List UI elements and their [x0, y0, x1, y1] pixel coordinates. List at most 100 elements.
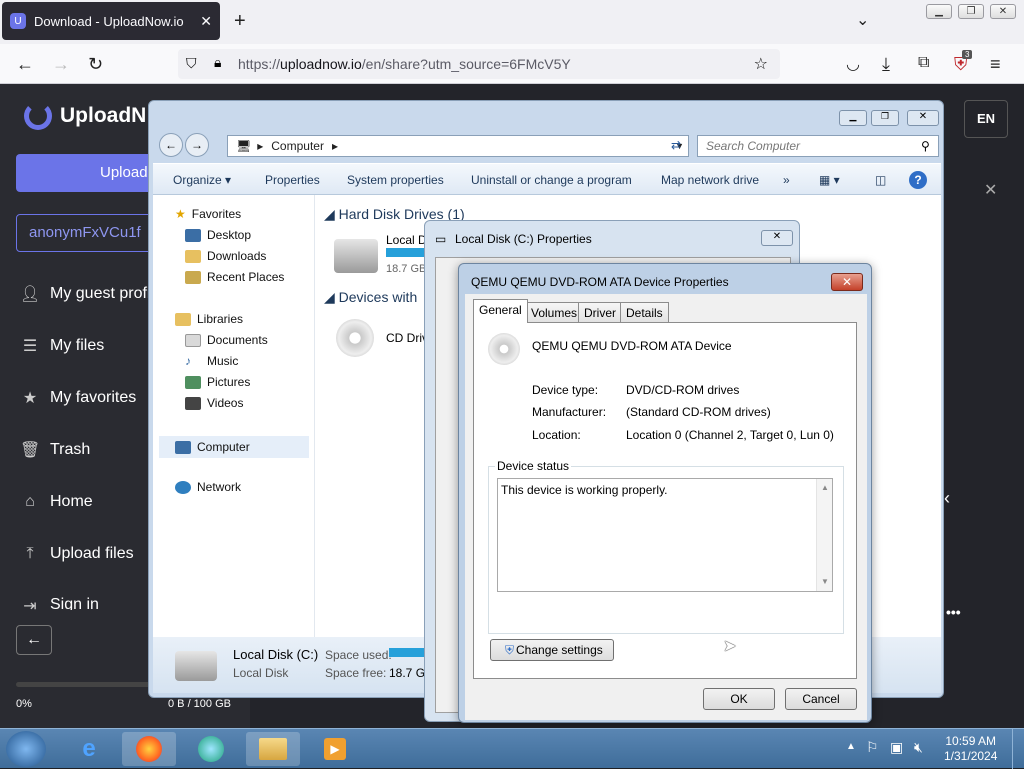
volume-muted-icon[interactable]: 🔇︎	[914, 739, 923, 756]
change-settings-button[interactable]: ⛨ Change settings	[490, 639, 614, 661]
explorer-back-button[interactable]: ←	[159, 133, 183, 157]
pocket-icon[interactable]: ◡	[846, 54, 860, 74]
media-player-icon[interactable]: ▶	[308, 732, 362, 766]
nav-label: Upload files	[50, 545, 134, 562]
status-scrollbar[interactable]: ▲ ▼	[816, 479, 832, 591]
map-network-drive-button[interactable]: Map network drive	[661, 173, 759, 187]
downloads-icon[interactable]: ⤓	[882, 54, 890, 75]
minimize-button[interactable]: ▁	[926, 4, 952, 19]
nav-videos[interactable]: Videos	[185, 396, 243, 410]
organize-button[interactable]: Organize ▾	[173, 173, 231, 187]
dialog-close-button[interactable]: ✕	[831, 273, 863, 291]
search-icon: ⚲	[921, 139, 930, 153]
new-tab-icon[interactable]: +	[234, 10, 246, 33]
back-arrow-icon[interactable]: ←	[16, 54, 34, 75]
show-hidden-icons[interactable]: ▲	[846, 741, 856, 752]
explorer-maximize-button[interactable]: ❐	[871, 110, 899, 126]
file-explorer-icon[interactable]	[246, 732, 300, 766]
close-icon[interactable]: ✕	[984, 180, 997, 200]
nav-trash[interactable]: 🗑︎ Trash	[20, 440, 90, 460]
firefox-icon[interactable]	[122, 732, 176, 766]
nav-libraries[interactable]: Libraries	[175, 312, 243, 326]
nav-network[interactable]: Network	[175, 480, 241, 494]
nav-my-files[interactable]: ☰ My files	[20, 336, 104, 356]
nav-downloads[interactable]: Downloads	[185, 249, 266, 263]
nav-label: Pictures	[207, 375, 251, 389]
star-icon: ★	[22, 390, 38, 407]
restore-button[interactable]: ❐	[958, 4, 984, 19]
action-center-flag-icon[interactable]: ⚐	[866, 739, 879, 756]
explorer-forward-button[interactable]: →	[185, 133, 209, 157]
device-properties-dialog: QEMU QEMU DVD-ROM ATA Device Properties …	[458, 263, 872, 723]
nav-label: Favorites	[191, 207, 242, 221]
tab-driver[interactable]: Driver	[578, 302, 622, 322]
extensions-icon[interactable]: ⧉	[918, 54, 929, 72]
explorer-close-button[interactable]: ✕	[907, 110, 939, 126]
more-commands-icon[interactable]: »	[783, 173, 790, 187]
system-properties-button[interactable]: System properties	[347, 173, 444, 187]
internet-explorer-icon[interactable]: e	[62, 732, 116, 766]
uninstall-program-button[interactable]: Uninstall or change a program	[471, 173, 632, 187]
network-status-icon[interactable]: ▣	[890, 739, 903, 756]
collapse-sidebar-button[interactable]: ←	[16, 625, 52, 655]
nav-recent-places[interactable]: Recent Places	[185, 270, 284, 284]
nav-upload-files[interactable]: ⤒ Upload files	[20, 545, 134, 563]
nav-music[interactable]: ♪ Music	[185, 354, 238, 368]
explorer-address-bar[interactable]: 🖥︎ ▸ Computer ▸ ▼	[227, 135, 689, 157]
url-bar[interactable]: ⛉ 🔒︎ https://uploadnow.io/en/share?utm_s…	[178, 49, 780, 79]
chevron-left-icon[interactable]: ‹	[944, 488, 950, 509]
mouse-cursor-icon: ➤	[723, 638, 737, 655]
drive-label: CD Driv	[386, 331, 428, 345]
browser-tab[interactable]: U Download - UploadNow.io ✕	[2, 2, 220, 40]
reload-icon[interactable]: ↻	[88, 54, 103, 75]
nav-home[interactable]: ⌂ Home	[20, 493, 93, 511]
nav-documents[interactable]: Documents	[185, 333, 268, 347]
explorer-command-bar: Organize ▾ Properties System properties …	[153, 163, 941, 195]
lock-icon[interactable]: 🔒︎	[214, 54, 221, 71]
preview-pane-icon[interactable]: ◫	[875, 173, 886, 187]
explorer-search-input[interactable]: Search Computer	[697, 135, 939, 157]
cancel-button[interactable]: Cancel	[785, 688, 857, 710]
tab-general[interactable]: General	[473, 299, 528, 323]
properties-button[interactable]: Properties	[265, 173, 320, 187]
device-name: QEMU QEMU DVD-ROM ATA Device	[532, 339, 732, 353]
explorer-minimize-button[interactable]: ▁	[839, 110, 867, 126]
url-text[interactable]: https://uploadnow.io/en/share?utm_source…	[238, 56, 571, 72]
app-icon[interactable]	[184, 732, 238, 766]
device-status-textbox[interactable]: This device is working properly. ▲ ▼	[497, 478, 833, 592]
forward-arrow-icon[interactable]: →	[52, 54, 70, 75]
bookmark-star-icon[interactable]: ☆	[754, 54, 768, 74]
taskbar-clock[interactable]: 10:59 AM 1/31/2024	[944, 734, 997, 764]
nav-computer[interactable]: Computer	[159, 436, 309, 458]
storage-quota: 0 B / 100 GB	[168, 698, 231, 710]
shield-icon[interactable]: ⛉	[186, 55, 197, 72]
location-label: Location:	[532, 428, 581, 442]
menu-icon[interactable]: ≡	[990, 54, 1001, 75]
group-removable-storage[interactable]: ◢ Devices with	[324, 289, 417, 306]
local-props-close-button[interactable]: ✕	[761, 230, 793, 246]
language-button[interactable]: EN	[964, 100, 1008, 138]
close-window-button[interactable]: ✕	[990, 4, 1016, 19]
nav-my-guest-profile[interactable]: 👤︎ My guest profi	[20, 284, 150, 304]
close-tab-icon[interactable]: ✕	[200, 13, 212, 30]
show-desktop-button[interactable]	[1012, 729, 1024, 769]
nav-desktop[interactable]: Desktop	[185, 228, 251, 242]
change-view-icon[interactable]: ▦ ▾	[819, 173, 840, 187]
nav-sign-in[interactable]: ⇥ Sign in	[20, 596, 99, 610]
help-icon[interactable]: ?	[909, 171, 927, 189]
drive-size: 18.7 GB	[386, 263, 427, 275]
nav-pictures[interactable]: Pictures	[185, 375, 250, 389]
tab-details[interactable]: Details	[620, 302, 669, 322]
refresh-icon[interactable]: ⇄	[671, 138, 681, 152]
start-button[interactable]	[6, 731, 46, 767]
nav-favorites[interactable]: ★ Favorites	[175, 207, 241, 221]
more-options-icon[interactable]: •••	[946, 604, 961, 620]
ok-button[interactable]: OK	[703, 688, 775, 710]
list-all-tabs-icon[interactable]: ⌄	[856, 10, 869, 30]
tab-volumes[interactable]: Volumes	[525, 302, 584, 322]
nav-my-favorites[interactable]: ★ My favorites	[20, 388, 136, 408]
scroll-down-icon[interactable]: ▼	[821, 577, 829, 586]
site-logo[interactable]: UploadN	[24, 102, 146, 130]
nav-label: Music	[207, 354, 239, 368]
scroll-up-icon[interactable]: ▲	[821, 483, 829, 492]
